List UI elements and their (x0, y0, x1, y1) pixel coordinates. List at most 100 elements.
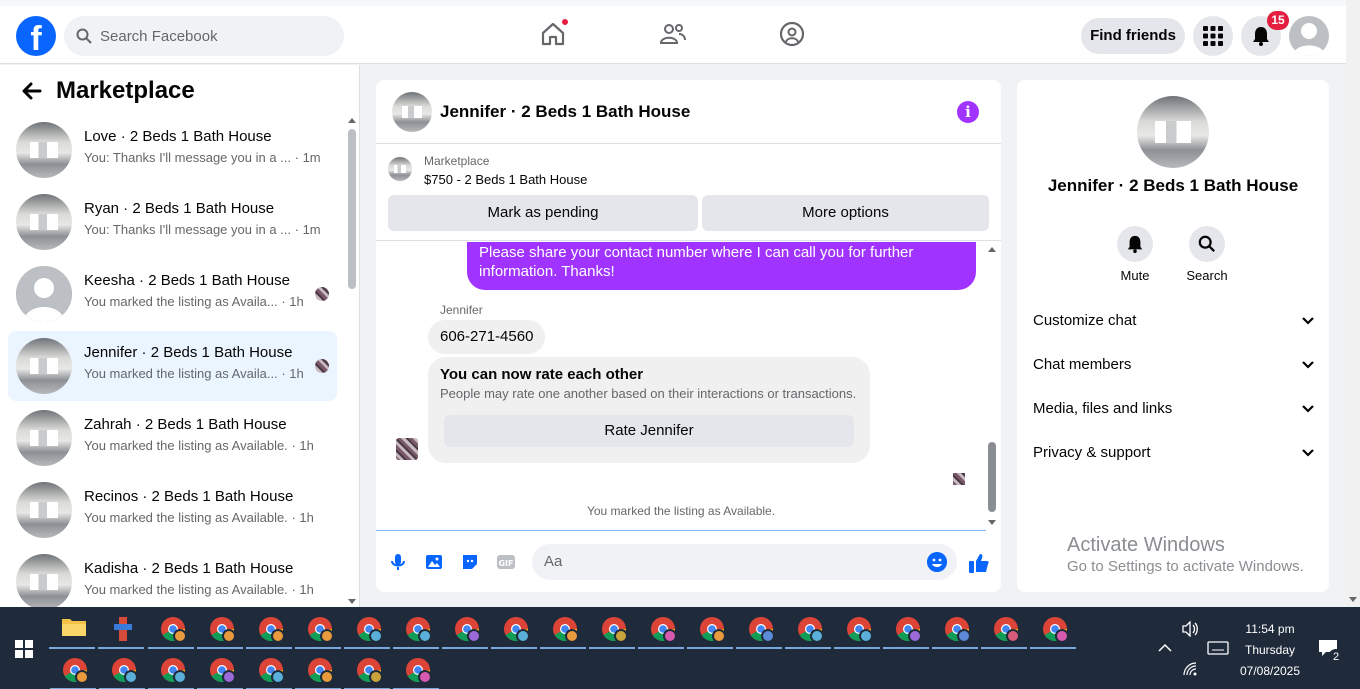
chat-avatar[interactable] (392, 92, 432, 132)
details-name: Jennifer · 2 Beds 1 Bath House (1047, 176, 1299, 195)
action-center-button[interactable]: 2 (1318, 639, 1344, 665)
conversation-title: Keesha · 2 Beds 1 Bath House (84, 272, 290, 289)
chrome-icon[interactable] (209, 657, 236, 684)
friends-icon[interactable] (659, 20, 687, 48)
chrome-icon[interactable] (405, 657, 432, 684)
home-icon[interactable] (539, 18, 569, 48)
chrome-icon[interactable] (797, 616, 824, 643)
chrome-icon[interactable] (650, 616, 677, 643)
taskbar-running-indicator (295, 647, 341, 649)
chrome-icon[interactable] (699, 616, 726, 643)
listing-name[interactable]: $750 - 2 Beds 1 Bath House (424, 172, 587, 187)
taskbar-running-indicator (932, 647, 978, 649)
chrome-icon[interactable] (62, 657, 89, 684)
message-input[interactable]: Aa (532, 544, 957, 580)
chrome-icon[interactable] (895, 616, 922, 643)
notification-badge: 15 (1267, 11, 1289, 30)
microphone-icon[interactable] (388, 552, 408, 572)
conversation-item[interactable]: Ryan · 2 Beds 1 Bath House You: Thanks I'… (8, 187, 337, 257)
keyboard-icon[interactable] (1207, 641, 1229, 655)
windows-start-icon[interactable] (15, 640, 33, 658)
chrome-icon[interactable] (258, 616, 285, 643)
chrome-icon[interactable] (160, 616, 187, 643)
more-options-button[interactable]: More options (702, 195, 989, 231)
chrome-icon[interactable] (993, 616, 1020, 643)
system-clock[interactable]: 11:54 pm Thursday 07/08/2025 (1230, 619, 1310, 682)
activate-windows-title: Activate Windows (1067, 534, 1225, 556)
chrome-icon[interactable] (503, 616, 530, 643)
chrome-icon[interactable] (601, 616, 628, 643)
sender-avatar[interactable] (396, 438, 418, 460)
details-section-row[interactable]: Chat members (1033, 356, 1315, 376)
chrome-icon[interactable] (307, 657, 334, 684)
search-label: Search (1186, 268, 1228, 283)
marketplace-inbox: Marketplace Love · 2 Beds 1 Bath House Yo… (0, 65, 360, 610)
search-box[interactable]: Search Facebook (64, 16, 344, 56)
chrome-icon[interactable] (356, 616, 383, 643)
listing-thumbnail[interactable] (388, 157, 412, 181)
conversation-item[interactable]: Keesha · 2 Beds 1 Bath House You marked t… (8, 259, 337, 329)
chevron-up-icon[interactable] (1158, 643, 1172, 653)
details-section-row[interactable]: Customize chat (1033, 312, 1315, 332)
emoji-icon[interactable] (927, 552, 947, 572)
find-friends-button[interactable]: Find friends (1081, 18, 1185, 54)
speaker-icon[interactable] (1181, 621, 1199, 637)
menu-grid-button[interactable] (1193, 16, 1233, 56)
conversation-item[interactable]: Love · 2 Beds 1 Bath House You: Thanks I'… (8, 115, 337, 185)
like-icon[interactable] (968, 552, 990, 574)
conversation-item[interactable]: Recinos · 2 Beds 1 Bath House You marked … (8, 475, 337, 545)
wifi-icon[interactable] (1183, 662, 1199, 676)
conversation-title: Kadisha · 2 Beds 1 Bath House (84, 560, 294, 577)
app-icon[interactable] (110, 616, 136, 642)
details-avatar[interactable] (1137, 96, 1209, 168)
details-section-row[interactable]: Privacy & support (1033, 444, 1315, 464)
bell-icon (1127, 235, 1143, 253)
taskbar-running-indicator (834, 647, 880, 649)
search-input[interactable]: Search Facebook (100, 28, 218, 45)
back-arrow-icon[interactable] (20, 79, 44, 110)
chat-title[interactable]: Jennifer · 2 Beds 1 Bath House (440, 102, 690, 122)
notification-count: 2 (1328, 649, 1344, 665)
chrome-icon[interactable] (846, 616, 873, 643)
page-scrollbar[interactable] (1346, 0, 1360, 607)
file-explorer-icon[interactable] (61, 616, 87, 642)
photo-icon[interactable] (424, 552, 444, 572)
chrome-icon[interactable] (356, 657, 383, 684)
conversation-scrollbar[interactable] (346, 115, 358, 607)
search-action[interactable]: Search (1177, 226, 1237, 283)
details-section-label: Privacy & support (1033, 444, 1151, 461)
chrome-icon[interactable] (258, 657, 285, 684)
mute-action[interactable]: Mute (1105, 226, 1165, 283)
outgoing-message: Please share your contact number where I… (467, 242, 976, 290)
mark-as-pending-button[interactable]: Mark as pending (388, 195, 698, 231)
activate-windows-subtitle: Go to Settings to activate Windows. (1067, 558, 1304, 575)
sticker-icon[interactable] (460, 552, 480, 572)
account-avatar[interactable] (1289, 16, 1329, 56)
search-icon (1198, 235, 1215, 252)
chrome-icon[interactable] (160, 657, 187, 684)
taskbar-running-indicator (148, 647, 194, 649)
listing-category: Marketplace (424, 154, 490, 168)
chrome-icon[interactable] (454, 616, 481, 643)
message-scrollbar[interactable] (986, 242, 998, 530)
rate-user-button[interactable]: Rate Jennifer (444, 415, 854, 447)
chrome-icon[interactable] (405, 616, 432, 643)
chrome-icon[interactable] (307, 616, 334, 643)
windows-taskbar: 11:54 pm Thursday 07/08/2025 2 (0, 607, 1360, 689)
chrome-icon[interactable] (944, 616, 971, 643)
conversation-item[interactable]: Jennifer · 2 Beds 1 Bath House You marked… (8, 331, 337, 401)
chrome-icon[interactable] (111, 657, 138, 684)
chrome-icon[interactable] (748, 616, 775, 643)
taskbar-running-indicator (736, 647, 782, 649)
conversation-item[interactable]: Zahrah · 2 Beds 1 Bath House You marked t… (8, 403, 337, 473)
details-section-row[interactable]: Media, files and links (1033, 400, 1315, 420)
facebook-logo[interactable]: f (16, 16, 56, 56)
chrome-icon[interactable] (209, 616, 236, 643)
chrome-icon[interactable] (1042, 616, 1069, 643)
page-title: Marketplace (56, 77, 195, 104)
taskbar-running-indicator (393, 647, 439, 649)
gif-icon[interactable]: GIF (496, 552, 516, 572)
groups-icon[interactable] (778, 20, 806, 48)
chrome-icon[interactable] (552, 616, 579, 643)
info-icon[interactable]: i (957, 101, 979, 123)
